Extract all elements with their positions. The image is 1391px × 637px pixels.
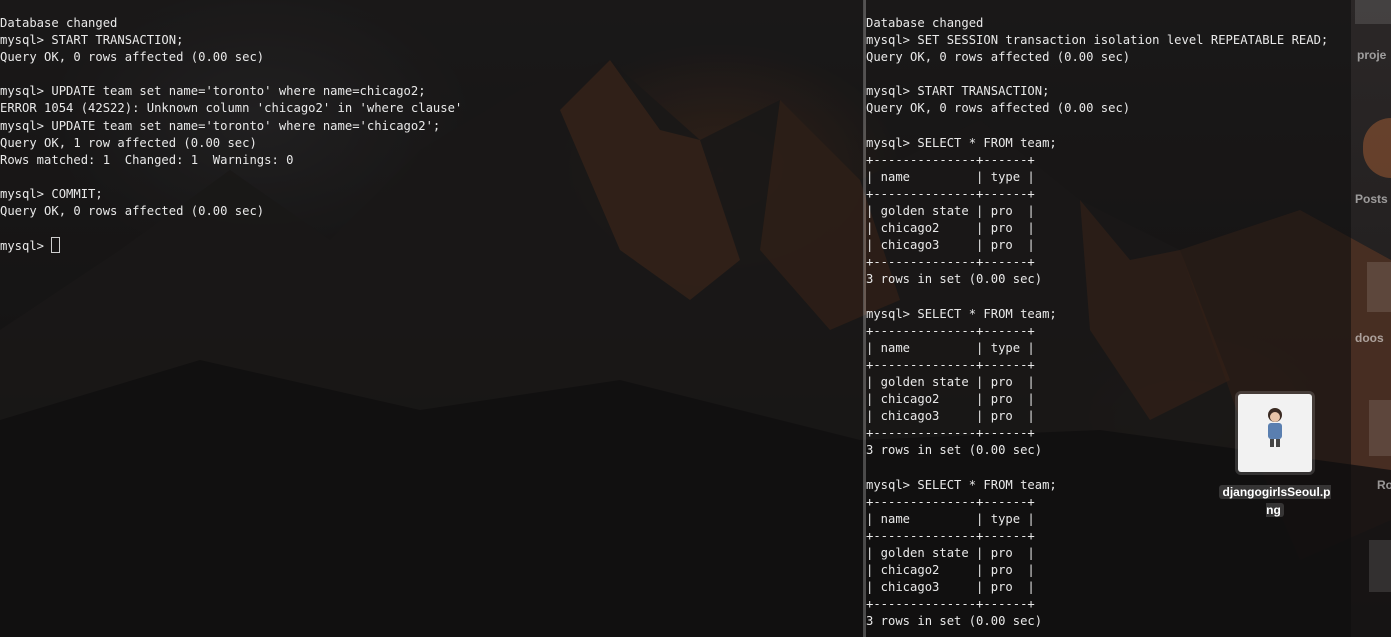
- output-line: | name | type |: [866, 340, 1035, 355]
- desktop-label: doos: [1355, 331, 1384, 345]
- file-name-label[interactable]: djangogirlsSeoul.p ng: [1200, 483, 1350, 519]
- output-line: Database changed: [0, 16, 118, 30]
- command-line: mysql> SELECT * FROM team;: [866, 135, 1057, 150]
- output-line: | chicago3 | pro |: [866, 580, 1035, 595]
- desktop-icon[interactable]: [1363, 118, 1391, 178]
- output-line: +--------------+------+: [866, 323, 1035, 338]
- desktop-label: Ro: [1377, 478, 1391, 492]
- image-file-icon[interactable]: [1238, 394, 1312, 472]
- terminal-left[interactable]: Database changed mysql> START TRANSACTION…: [0, 0, 864, 637]
- command-line: mysql> SELECT * FROM team;: [866, 306, 1057, 321]
- output-line: | chicago2 | pro |: [866, 221, 1035, 236]
- output-line: +--------------+------+: [866, 357, 1035, 372]
- command-line: mysql> UPDATE team set name='toronto' wh…: [0, 118, 441, 133]
- output-line: | name | type |: [866, 169, 1035, 184]
- output-line: | golden state | pro |: [866, 204, 1035, 219]
- output-line: Query OK, 1 row affected (0.00 sec): [0, 135, 257, 150]
- desktop-label: Posts: [1355, 192, 1388, 206]
- prompt-text: mysql>: [0, 239, 52, 254]
- file-name-text: djangogirlsSeoul.p ng: [1219, 485, 1331, 517]
- output-line: Query OK, 0 rows affected (0.00 sec): [866, 101, 1131, 116]
- output-line: | golden state | pro |: [866, 545, 1035, 560]
- output-line: Query OK, 0 rows affected (0.00 sec): [0, 204, 265, 219]
- command-line: mysql> START TRANSACTION;: [0, 33, 184, 48]
- error-line: ERROR 1054 (42S22): Unknown column 'chic…: [0, 101, 463, 116]
- terminal-right[interactable]: Database changed mysql> SET SESSION trans…: [866, 0, 1351, 637]
- output-line: +--------------+------+: [866, 255, 1035, 270]
- output-line: +--------------+------+: [866, 186, 1035, 201]
- desktop-icon[interactable]: [1369, 400, 1391, 456]
- command-line: mysql> START TRANSACTION;: [866, 84, 1050, 99]
- output-line: 3 rows in set (0.00 sec): [866, 614, 1043, 629]
- text-cursor: [51, 237, 61, 254]
- django-girl-thumbnail-icon: [1268, 408, 1282, 447]
- command-line: mysql> UPDATE team set name='toronto' wh…: [0, 84, 426, 99]
- output-line: | chicago3 | pro |: [866, 238, 1035, 253]
- desktop-icon[interactable]: [1367, 262, 1391, 312]
- output-line: Rows matched: 1 Changed: 1 Warnings: 0: [0, 152, 294, 167]
- output-line: | golden state | pro |: [866, 374, 1035, 389]
- output-line: +--------------+------+: [866, 528, 1035, 543]
- command-line: mysql> SET SESSION transaction isolation…: [866, 33, 1329, 48]
- output-line: | chicago2 | pro |: [866, 563, 1035, 577]
- output-line: Query OK, 0 rows affected (0.00 sec): [0, 50, 265, 65]
- desktop-icon[interactable]: [1355, 0, 1391, 24]
- output-line: 3 rows in set (0.00 sec): [866, 272, 1043, 287]
- command-prompt[interactable]: mysql>: [0, 237, 864, 254]
- desktop-icon[interactable]: [1369, 540, 1391, 592]
- command-line: mysql> COMMIT;: [0, 186, 103, 201]
- output-line: +--------------+------+: [866, 597, 1035, 612]
- desktop-label: proje: [1357, 48, 1387, 62]
- output-line: +--------------+------+: [866, 152, 1035, 167]
- output-line: Database changed: [866, 16, 984, 30]
- output-line: Query OK, 0 rows affected (0.00 sec): [866, 50, 1131, 65]
- desktop-icon-strip: [1351, 0, 1391, 637]
